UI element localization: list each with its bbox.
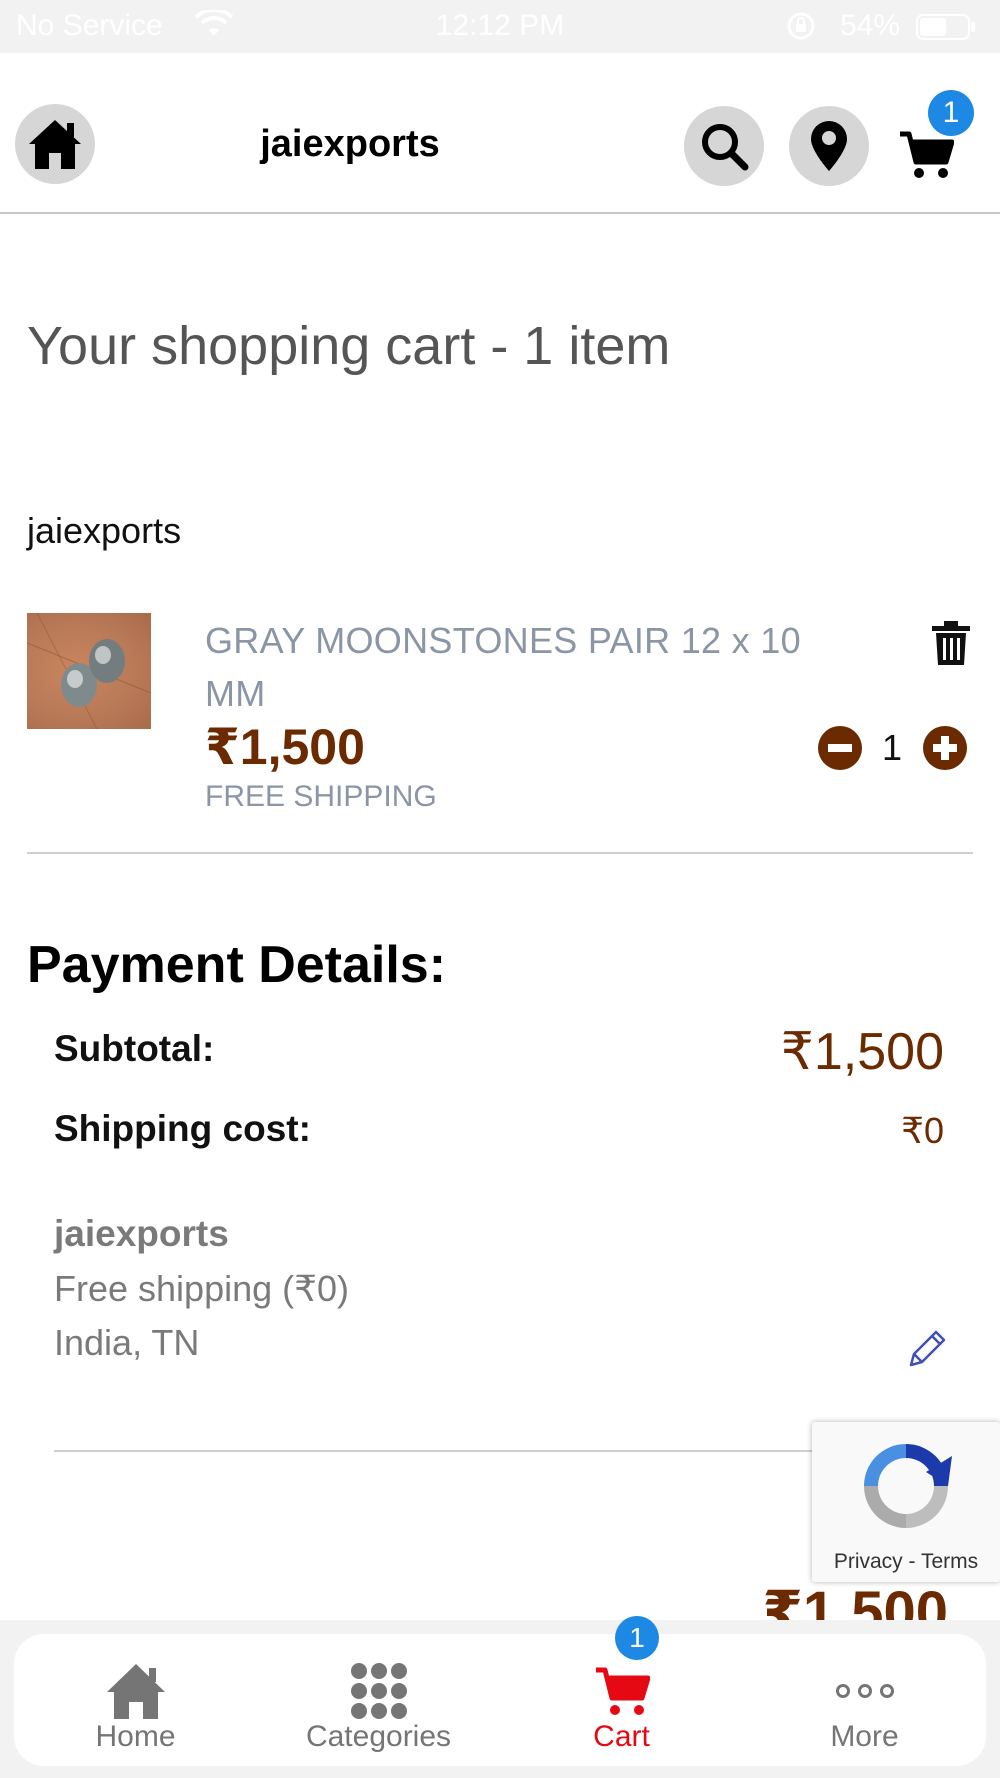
product-thumbnail[interactable]: [27, 613, 151, 729]
cart-icon: [900, 131, 954, 178]
shipping-store-name: jaiexports: [54, 1213, 229, 1254]
product-name-link[interactable]: GRAY MOONSTONES PAIR 12 x 10 MM: [205, 614, 825, 720]
product-shipping-note: FREE SHIPPING: [205, 780, 437, 813]
edit-shipping-button[interactable]: [906, 1328, 948, 1370]
recaptcha-privacy-link[interactable]: Privacy: [834, 1550, 903, 1573]
recaptcha-terms-link[interactable]: Terms: [921, 1550, 978, 1573]
tab-cart-badge: 1: [615, 1616, 659, 1660]
remove-item-button[interactable]: [930, 620, 972, 666]
search-button[interactable]: [684, 106, 764, 186]
grid-icon: [350, 1663, 407, 1719]
home-button[interactable]: [15, 104, 95, 184]
app-header: jaiexports 1: [0, 53, 1000, 214]
product-price: ₹1,500: [205, 719, 365, 775]
app-title: jaiexports: [260, 123, 440, 165]
rotation-lock-icon: [786, 11, 816, 49]
shipping-cost-value: ₹0: [901, 1110, 944, 1151]
shipping-cost-label: Shipping cost:: [54, 1108, 311, 1149]
battery-percent: 54%: [840, 9, 901, 42]
search-icon: [702, 124, 749, 171]
divider: [27, 852, 973, 854]
recaptcha-badge[interactable]: Privacy - Terms: [812, 1422, 1000, 1582]
page-title: Your shopping cart - 1 item: [27, 316, 671, 376]
plus-circle-icon: [923, 726, 967, 770]
cart-icon: [595, 1667, 650, 1715]
tab-cart-label: Cart: [593, 1720, 650, 1753]
quantity-decrease-button[interactable]: [817, 725, 863, 771]
more-dots-icon: [835, 1684, 894, 1698]
tab-home[interactable]: Home: [14, 1634, 257, 1766]
quantity-increase-button[interactable]: [922, 725, 968, 771]
subtotal-label: Subtotal:: [54, 1028, 215, 1069]
tab-categories[interactable]: Categories: [257, 1634, 500, 1766]
subtotal-value: ₹1,500: [780, 1023, 944, 1081]
location-button[interactable]: [789, 106, 869, 186]
tab-home-label: Home: [95, 1720, 176, 1753]
cart-count-badge: 1: [928, 90, 974, 136]
battery-icon: [916, 14, 976, 40]
recaptcha-separator: -: [902, 1550, 921, 1573]
payment-details-heading: Payment Details:: [27, 936, 447, 994]
bottom-tab-bar: Home Categories 1 Cart More: [0, 1616, 1000, 1778]
shipping-location: India, TN: [54, 1322, 200, 1363]
status-bar: No Service 12:12 PM 54%: [0, 0, 1000, 53]
home-icon: [29, 120, 81, 169]
shipping-method: Free shipping (₹0): [54, 1268, 350, 1309]
recaptcha-logo-icon: [864, 1444, 952, 1528]
tab-more[interactable]: More: [743, 1634, 986, 1766]
tab-cart[interactable]: 1 Cart: [500, 1616, 743, 1766]
tab-categories-label: Categories: [305, 1720, 452, 1753]
pencil-icon: [909, 1330, 946, 1367]
tab-bar-container: Home Categories 1 Cart More: [14, 1616, 986, 1766]
trash-icon: [932, 621, 970, 665]
store-name: jaiexports: [27, 510, 182, 551]
minus-circle-icon: [818, 726, 862, 770]
tab-more-label: More: [830, 1720, 899, 1753]
home-icon: [106, 1664, 165, 1719]
quantity-value: 1: [882, 727, 903, 768]
header-cart-button[interactable]: 1: [898, 90, 974, 188]
location-pin-icon: [811, 121, 847, 171]
